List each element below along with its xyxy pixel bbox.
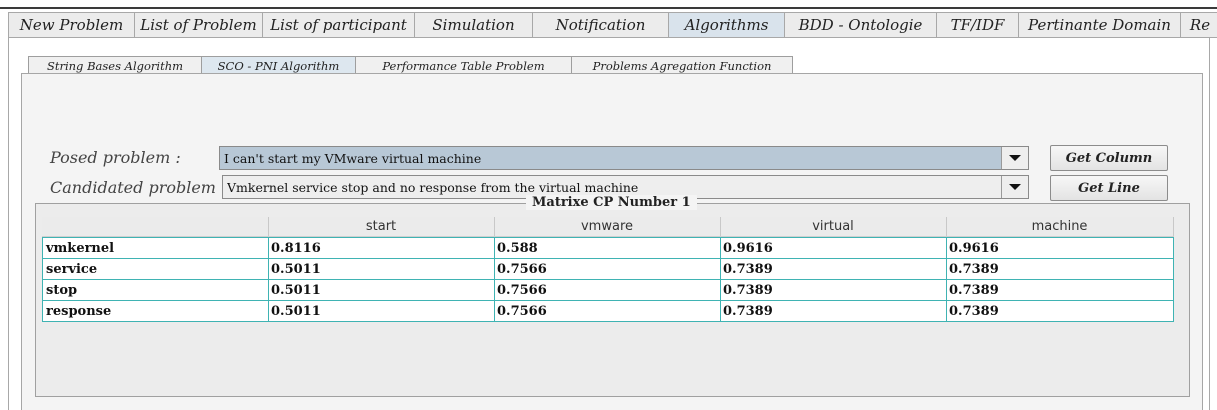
table-cell[interactable]: 0.7389 <box>946 280 1174 301</box>
chevron-down-icon[interactable] <box>1001 147 1028 169</box>
table-header-row: start vmware virtual machine <box>42 217 1174 237</box>
main-tab-bar: New Problem List of Problem List of partic… <box>8 12 1217 38</box>
tab-bdd-ontologie[interactable]: BDD - Ontologie <box>784 12 937 37</box>
table-cell[interactable]: 0.9616 <box>720 238 947 259</box>
table-cell[interactable]: 0.5011 <box>268 259 495 280</box>
table-cell[interactable]: 0.588 <box>494 238 721 259</box>
table-cell[interactable]: 0.5011 <box>268 280 495 301</box>
table-cell[interactable]: 0.7566 <box>494 259 721 280</box>
posed-problem-label: Posed problem : <box>50 148 181 167</box>
tab-list-of-problem[interactable]: List of Problem <box>134 12 263 37</box>
subtab-problems-agregation-function[interactable]: Problems Agregation Function <box>571 56 793 74</box>
posed-problem-select[interactable]: I can't start my VMware virtual machine <box>219 146 1029 170</box>
get-column-button[interactable]: Get Column <box>1050 145 1168 171</box>
table-cell[interactable]: 0.7566 <box>494 301 721 322</box>
table-cell[interactable]: 0.7566 <box>494 280 721 301</box>
matrix-title: Matrixe CP Number 1 <box>526 195 697 210</box>
table-cell[interactable]: 0.7389 <box>946 259 1174 280</box>
get-line-button[interactable]: Get Line <box>1050 175 1168 201</box>
tab-new-problem[interactable]: New Problem <box>8 12 135 37</box>
table-cell[interactable]: 0.7389 <box>720 259 947 280</box>
table-row[interactable]: vmkernel 0.8116 0.588 0.9616 0.9616 <box>42 238 1174 259</box>
candidated-problem-label: Candidated problem : <box>50 178 227 197</box>
table-row[interactable]: stop 0.5011 0.7566 0.7389 0.7389 <box>42 280 1174 301</box>
tab-pertinante-domain[interactable]: Pertinante Domain <box>1018 12 1181 37</box>
chevron-down-icon[interactable] <box>1001 176 1028 198</box>
table-cell[interactable]: 0.9616 <box>946 238 1174 259</box>
row-header-cell[interactable]: stop <box>42 280 269 301</box>
tab-notification[interactable]: Notification <box>532 12 669 37</box>
row-header-cell[interactable]: vmkernel <box>42 238 269 259</box>
column-header[interactable]: start <box>268 217 495 236</box>
tab-simulation[interactable]: Simulation <box>414 12 533 37</box>
table-cell[interactable]: 0.7389 <box>720 280 947 301</box>
posed-problem-value: I can't start my VMware virtual machine <box>224 150 482 166</box>
subtab-sco-pni-algorithm[interactable]: SCO - PNI Algorithm <box>201 56 356 74</box>
tab-tf-idf[interactable]: TF/IDF <box>936 12 1019 37</box>
table-cell[interactable]: 0.7389 <box>946 301 1174 322</box>
table-cell[interactable]: 0.7389 <box>720 301 947 322</box>
column-header[interactable]: virtual <box>720 217 947 236</box>
row-header-cell[interactable]: response <box>42 301 269 322</box>
tab-re[interactable]: Re <box>1180 12 1217 37</box>
subtab-string-bases-algorithm[interactable]: String Bases Algorithm <box>28 56 202 74</box>
column-header[interactable]: machine <box>946 217 1174 236</box>
column-header[interactable] <box>42 217 269 236</box>
window-top-bar <box>0 0 1217 10</box>
table-cell[interactable]: 0.5011 <box>268 301 495 322</box>
table-row[interactable]: service 0.5011 0.7566 0.7389 0.7389 <box>42 259 1174 280</box>
tab-list-of-participant[interactable]: List of participant <box>262 12 415 37</box>
subtab-performance-table-problem[interactable]: Performance Table Problem <box>355 56 572 74</box>
tab-algorithms[interactable]: Algorithms <box>668 12 785 37</box>
column-header[interactable]: vmware <box>494 217 721 236</box>
table-row[interactable]: response 0.5011 0.7566 0.7389 0.7389 <box>42 301 1174 322</box>
table-cell[interactable]: 0.8116 <box>268 238 495 259</box>
matrix-table: start vmware virtual machine vmkernel 0.8116 0… <box>42 217 1174 322</box>
row-header-cell[interactable]: service <box>42 259 269 280</box>
candidated-problem-value: Vmkernel service stop and no response fr… <box>227 179 639 195</box>
